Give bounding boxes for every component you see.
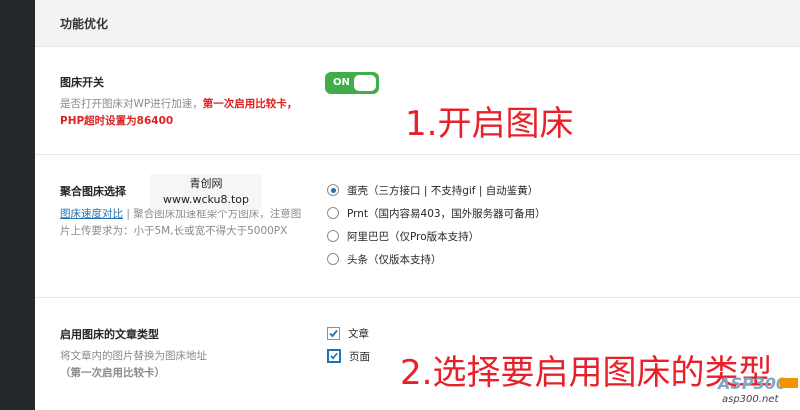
checkbox[interactable] <box>327 349 341 363</box>
aggregate-hosting-desc: 图床速度对比 | 聚合图床加速框架个方图床，注意图片上传要求为：小于5M,长或宽… <box>60 206 310 240</box>
logo-accent <box>780 378 798 388</box>
aggregate-hosting-label: 聚合图床选择 <box>60 185 126 198</box>
admin-sidebar <box>0 0 35 410</box>
asp300-logo: ASP300 asp300.net <box>718 374 800 410</box>
radio-button[interactable] <box>327 184 339 196</box>
image-hosting-switch-label: 图床开关 <box>60 76 104 89</box>
logo-main-text: ASP300 <box>718 374 788 393</box>
desc-text: 是否打开图床对WP进行加速， <box>60 98 203 110</box>
image-hosting-toggle[interactable]: ON <box>325 72 379 94</box>
radio-button[interactable] <box>327 253 339 265</box>
section-header: 功能优化 <box>35 0 800 47</box>
option-label: 头条（仅版本支持） <box>347 253 442 266</box>
option-label: 阿里巴巴（仅Pro版本支持） <box>347 230 480 243</box>
checkmark-icon <box>330 352 338 360</box>
row-divider <box>35 297 800 298</box>
site-watermark: 青创网 www.wcku8.top <box>150 174 262 210</box>
option-label: 蛋壳（三方接口 | 不支持gif | 自动鉴黄） <box>347 184 539 197</box>
watermark-site-name: 青创网 <box>189 177 223 190</box>
post-types-label: 启用图床的文章类型 <box>60 328 159 341</box>
option-label: 页面 <box>349 350 370 363</box>
hosting-option-alibaba[interactable]: 阿里巴巴（仅Pro版本支持） <box>327 227 479 245</box>
radio-button[interactable] <box>327 207 339 219</box>
hosting-option-danke[interactable]: 蛋壳（三方接口 | 不支持gif | 自动鉴黄） <box>327 181 538 199</box>
post-types-desc: 将文章内的图片替换为图床地址 （第一次启用比较卡） <box>60 348 310 382</box>
radio-button[interactable] <box>327 230 339 242</box>
watermark-site-url: www.wcku8.top <box>162 193 250 206</box>
logo-sub-text: asp300.net <box>722 394 779 405</box>
hosting-option-toutiao[interactable]: 头条（仅版本支持） <box>327 250 442 268</box>
post-type-page[interactable]: 页面 <box>327 347 370 365</box>
desc-note: （第一次启用比较卡） <box>60 367 165 379</box>
speed-comparison-link[interactable]: 图床速度对比 <box>60 208 123 220</box>
checkmark-icon <box>329 329 338 337</box>
option-label: 文章 <box>348 327 369 340</box>
desc-text: 将文章内的图片替换为图床地址 <box>60 350 207 362</box>
section-title: 功能优化 <box>60 17 109 31</box>
hosting-option-prnt[interactable]: Prnt（国内容易403，国外服务器可备用） <box>327 204 546 222</box>
image-hosting-switch-desc: 是否打开图床对WP进行加速，第一次启用比较卡，PHP超时设置为86400 <box>60 96 310 130</box>
annotation-step-2: 2.选择要启用图床的类型 <box>400 353 773 393</box>
toggle-knob <box>354 75 376 91</box>
annotation-step-1: 1.开启图床 <box>405 104 574 144</box>
option-label: Prnt（国内容易403，国外服务器可备用） <box>347 207 546 220</box>
post-type-post[interactable]: 文章 <box>327 324 369 342</box>
checkbox[interactable] <box>327 326 340 340</box>
row-divider <box>35 154 800 155</box>
toggle-state-label: ON <box>333 77 350 88</box>
